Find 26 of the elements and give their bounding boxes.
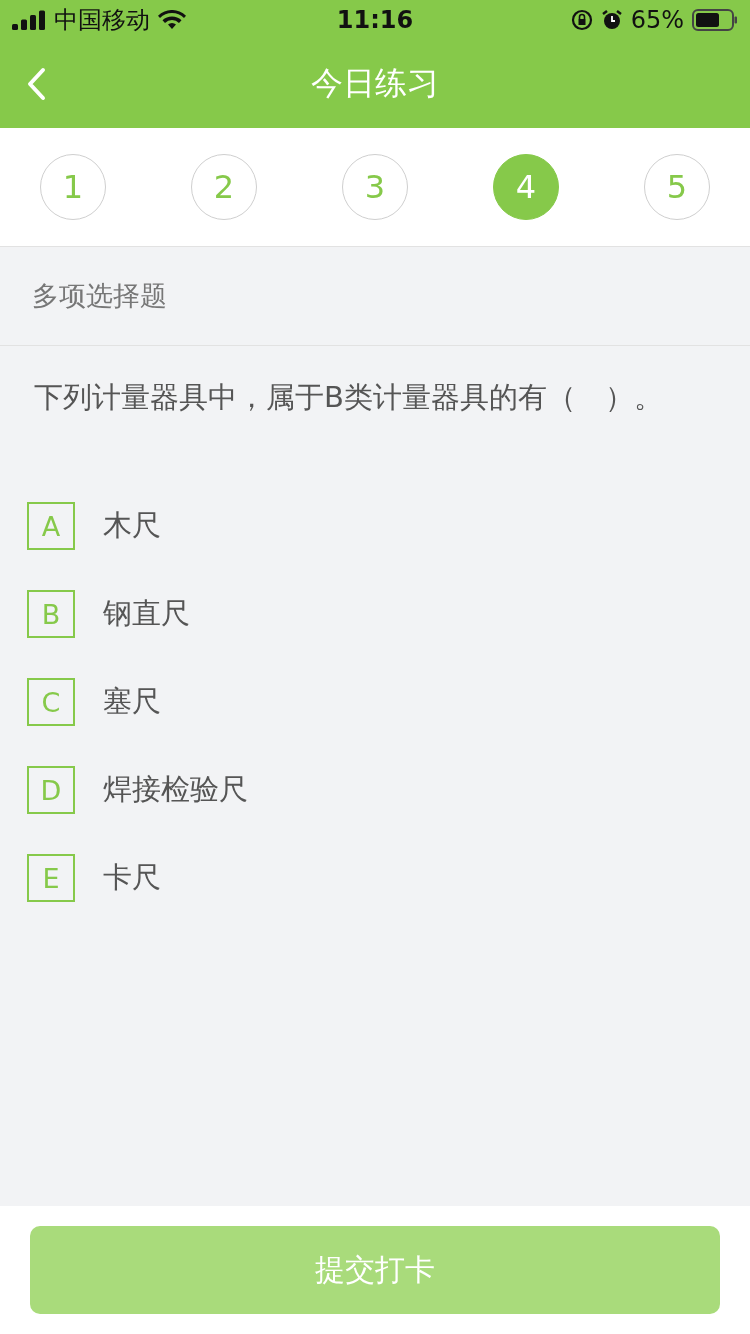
wifi-icon xyxy=(158,10,186,30)
option-checkbox[interactable]: A xyxy=(27,502,75,550)
option-checkbox[interactable]: C xyxy=(27,678,75,726)
carrier-name: 中国移动 xyxy=(54,5,150,36)
question-type: 多项选择题 xyxy=(32,279,167,313)
battery-percent: 65% xyxy=(630,6,684,34)
question-number-tab[interactable]: 5 xyxy=(644,154,710,220)
alarm-icon xyxy=(600,9,623,31)
question-number-tab[interactable]: 2 xyxy=(191,154,257,220)
signal-icon xyxy=(12,10,46,30)
battery-icon xyxy=(692,9,738,31)
option-text[interactable]: 卡尺 xyxy=(103,858,161,898)
option-text[interactable]: 钢直尺 xyxy=(103,594,190,634)
question-number-tab[interactable]: 4 xyxy=(493,154,559,220)
question-number-tab[interactable]: 3 xyxy=(342,154,408,220)
option-text[interactable]: 木尺 xyxy=(103,506,161,546)
clock-time: 11:16 xyxy=(336,6,414,34)
option-text[interactable]: 塞尺 xyxy=(103,682,161,722)
question-text: 下列计量器具中，属于B类计量器具的有（ ）。 xyxy=(33,379,664,416)
question-number-tab[interactable]: 1 xyxy=(40,154,106,220)
option-checkbox[interactable]: E xyxy=(27,854,75,902)
option-checkbox[interactable]: D xyxy=(27,766,75,814)
option-text[interactable]: 焊接检验尺 xyxy=(103,770,248,810)
rotation-lock-icon xyxy=(570,9,593,31)
page-title: 今日练习 xyxy=(311,63,439,104)
option-checkbox[interactable]: B xyxy=(27,590,75,638)
